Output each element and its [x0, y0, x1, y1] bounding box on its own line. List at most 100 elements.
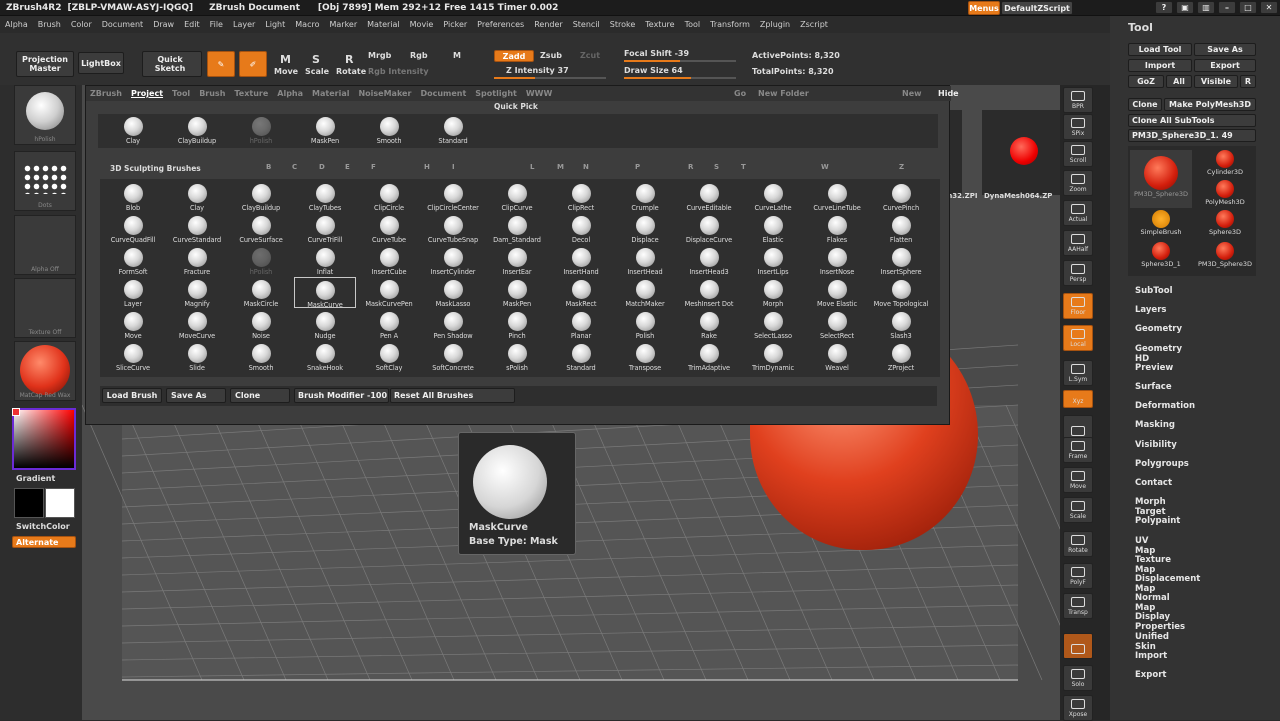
lightbox-tab-document[interactable]: Document — [420, 89, 466, 98]
clone-tool-button[interactable]: Clone — [1128, 98, 1162, 111]
brush-insertsphere[interactable]: InsertSphere — [870, 245, 932, 276]
tool-menu-export[interactable]: Export — [1135, 670, 1166, 680]
reset-all-brushes-button[interactable]: Reset All Brushes — [390, 388, 515, 403]
tool-menu-polypaint[interactable]: Polypaint — [1135, 516, 1180, 526]
menu-light[interactable]: Light — [265, 20, 285, 29]
shelf-persp-button[interactable]: Persp — [1063, 260, 1093, 286]
zsub-button[interactable]: Zsub — [540, 51, 562, 60]
zcut-button[interactable]: Zcut — [580, 51, 600, 60]
brush-insertear[interactable]: InsertEar — [486, 245, 548, 276]
close-icon[interactable]: ✕ — [1260, 1, 1278, 14]
tool-menu-preview[interactable]: Preview — [1135, 363, 1173, 373]
brush-claybuildup[interactable]: ClayBuildup — [230, 181, 292, 212]
alternate-button[interactable]: Alternate — [12, 536, 76, 548]
tool-menu-subtool[interactable]: SubTool — [1135, 286, 1173, 296]
rgb-button[interactable]: Rgb — [410, 51, 428, 60]
z-intensity-slider[interactable]: Z Intensity 37 — [506, 66, 569, 75]
tool-thumb-polymesh3d[interactable]: PolyMesh3D — [1194, 180, 1256, 210]
primary-color-swatch[interactable] — [14, 488, 44, 518]
brush-flatten[interactable]: Flatten — [870, 213, 932, 244]
letter-filter-m[interactable]: M — [557, 163, 564, 171]
move-button[interactable]: Move — [274, 67, 298, 76]
hide-button[interactable]: Hide — [938, 89, 959, 98]
brush-zproject[interactable]: ZProject — [870, 341, 932, 372]
export-tool-button[interactable]: Export — [1194, 59, 1256, 72]
brush-dam-standard[interactable]: Dam_Standard — [486, 213, 548, 244]
rgb-intensity-slider[interactable]: Rgb Intensity — [368, 67, 429, 76]
tool-thumb-simplebrush[interactable]: SimpleBrush — [1130, 210, 1192, 240]
shelf-l-sym-button[interactable]: L.Sym — [1063, 360, 1093, 386]
color-picker[interactable] — [12, 408, 76, 470]
brush-selectrect[interactable]: SelectRect — [806, 309, 868, 340]
letter-filter-l[interactable]: L — [530, 163, 534, 171]
letter-filter-z[interactable]: Z — [899, 163, 904, 171]
brush-snakehook[interactable]: SnakeHook — [294, 341, 356, 372]
brush-curvetube[interactable]: CurveTube — [358, 213, 420, 244]
letter-filter-d[interactable]: D — [319, 163, 325, 171]
brush-move-topological[interactable]: Move Topological — [870, 277, 932, 308]
brush-meshinsert-dot[interactable]: MeshInsert Dot — [678, 277, 740, 308]
letter-filter-n[interactable]: N — [583, 163, 589, 171]
quick-pick-hpolish[interactable]: hPolish — [230, 114, 292, 145]
shelf-local-button[interactable]: Local — [1063, 325, 1093, 351]
brush-pen-shadow[interactable]: Pen Shadow — [422, 309, 484, 340]
menus-button[interactable]: Menus — [968, 1, 1000, 15]
switch-color-button[interactable]: SwitchColor — [16, 522, 70, 531]
tool-thumb-sphere3d-1[interactable]: Sphere3D_1 — [1130, 242, 1192, 272]
menu-marker[interactable]: Marker — [329, 20, 357, 29]
brush-curvetubesnap[interactable]: CurveTubeSnap — [422, 213, 484, 244]
lightbox-tab-material[interactable]: Material — [312, 89, 349, 98]
letter-filter-h[interactable]: H — [424, 163, 430, 171]
brush-curvestandard[interactable]: CurveStandard — [166, 213, 228, 244]
menu-stencil[interactable]: Stencil — [573, 20, 600, 29]
menu-edit[interactable]: Edit — [184, 20, 200, 29]
lightbox-tab-alpha[interactable]: Alpha — [277, 89, 303, 98]
load-brush-button[interactable]: Load Brush — [102, 388, 162, 403]
brush-elastic[interactable]: Elastic — [742, 213, 804, 244]
brush-curvepinch[interactable]: CurvePinch — [870, 181, 932, 212]
brush-inserthead3[interactable]: InsertHead3 — [678, 245, 740, 276]
brush-blob[interactable]: Blob — [102, 181, 164, 212]
gradient-toggle[interactable]: Gradient — [16, 474, 55, 483]
brush-maskcircle[interactable]: MaskCircle — [230, 277, 292, 308]
brush-maskrect[interactable]: MaskRect — [550, 277, 612, 308]
brush-inserthead[interactable]: InsertHead — [614, 245, 676, 276]
letter-filter-f[interactable]: F — [371, 163, 376, 171]
brush-modifier-slider[interactable]: Brush Modifier -100 — [294, 388, 389, 403]
lightbox-tab-project[interactable]: Project — [131, 89, 163, 98]
save-as-tool-button[interactable]: Save As — [1194, 43, 1256, 56]
brush-crumple[interactable]: Crumple — [614, 181, 676, 212]
current-tool-slider[interactable]: PM3D_Sphere3D_1. 49 — [1128, 129, 1256, 142]
menu-layer[interactable]: Layer — [233, 20, 255, 29]
brush-clipcirclecenter[interactable]: ClipCircleCenter — [422, 181, 484, 212]
menu-texture[interactable]: Texture — [645, 20, 674, 29]
brush-softconcrete[interactable]: SoftConcrete — [422, 341, 484, 372]
menu-zscript[interactable]: Zscript — [800, 20, 828, 29]
brush-curvetrifill[interactable]: CurveTriFill — [294, 213, 356, 244]
tool-menu-texture-map[interactable]: Texture Map — [1135, 555, 1171, 575]
zadd-button[interactable]: Zadd — [494, 50, 534, 62]
brush-nudge[interactable]: Nudge — [294, 309, 356, 340]
tool-menu-unified-skin[interactable]: Unified Skin — [1135, 632, 1169, 652]
quick-sketch-button[interactable]: Quick Sketch — [142, 51, 202, 77]
brush-clay[interactable]: Clay — [166, 181, 228, 212]
stroke-selector[interactable]: Dots — [14, 151, 76, 211]
lightbox-tab-brush[interactable]: Brush — [199, 89, 225, 98]
brush-planar[interactable]: Planar — [550, 309, 612, 340]
brush-trimdynamic[interactable]: TrimDynamic — [742, 341, 804, 372]
lightbox-tab-www[interactable]: WWW — [526, 89, 552, 98]
alpha-selector[interactable]: Alpha Off — [14, 215, 76, 275]
brush-inserthand[interactable]: InsertHand — [550, 245, 612, 276]
tool-menu-geometry[interactable]: Geometry — [1135, 324, 1182, 334]
load-tool-button[interactable]: Load Tool — [1128, 43, 1192, 56]
brush-softclay[interactable]: SoftClay — [358, 341, 420, 372]
letter-filter-t[interactable]: T — [741, 163, 746, 171]
brush-move[interactable]: Move — [102, 309, 164, 340]
menu-transform[interactable]: Transform — [710, 20, 750, 29]
mrgb-button[interactable]: Mrgb — [368, 51, 391, 60]
help-icon[interactable]: ? — [1155, 1, 1173, 14]
brush-morph[interactable]: Morph — [742, 277, 804, 308]
shelf-xpose-button[interactable]: Xpose — [1063, 695, 1093, 721]
default-zscript-button[interactable]: DefaultZScript — [1001, 1, 1073, 15]
minimize-icon[interactable]: – — [1218, 1, 1236, 14]
